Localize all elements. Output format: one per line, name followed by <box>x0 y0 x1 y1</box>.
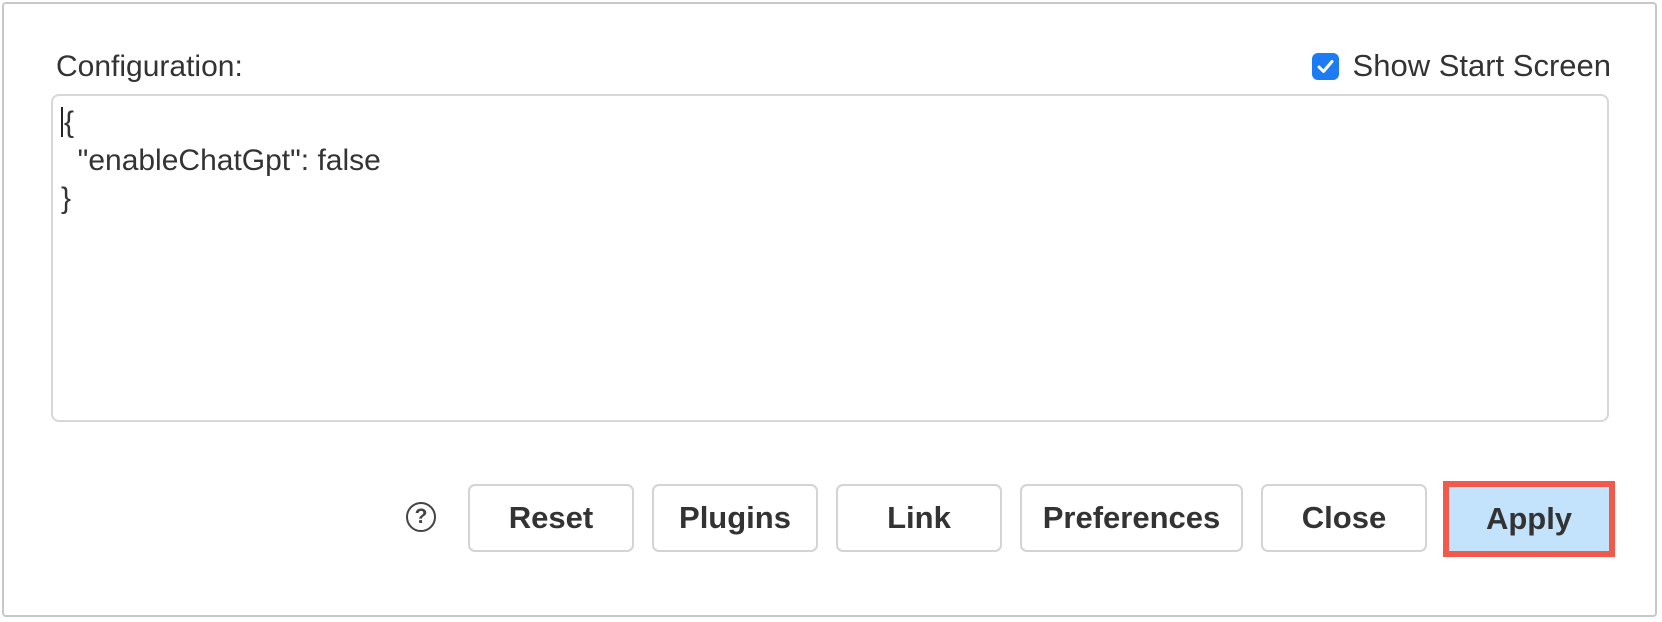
question-circle-icon[interactable]: ? <box>406 502 436 532</box>
show-start-screen-toggle[interactable]: Show Start Screen <box>1311 48 1611 84</box>
preferences-button[interactable]: Preferences <box>1020 484 1243 552</box>
editor-line-3: } <box>61 182 72 215</box>
editor-line-2: "enableChatGpt": false <box>61 144 381 177</box>
checkmark-icon <box>1317 59 1334 73</box>
editor-line-1: { <box>64 106 75 139</box>
text-cursor <box>61 107 63 137</box>
close-button[interactable]: Close <box>1261 484 1427 552</box>
reset-button[interactable]: Reset <box>468 484 634 552</box>
show-start-screen-label: Show Start Screen <box>1352 48 1611 83</box>
link-button[interactable]: Link <box>836 484 1002 552</box>
show-start-screen-checkbox[interactable] <box>1311 52 1339 80</box>
configuration-label: Configuration: <box>56 50 243 83</box>
plugins-button[interactable]: Plugins <box>652 484 818 552</box>
apply-button[interactable]: Apply <box>1449 487 1609 551</box>
configuration-editor[interactable]: { "enableChatGpt": false } <box>51 94 1609 422</box>
